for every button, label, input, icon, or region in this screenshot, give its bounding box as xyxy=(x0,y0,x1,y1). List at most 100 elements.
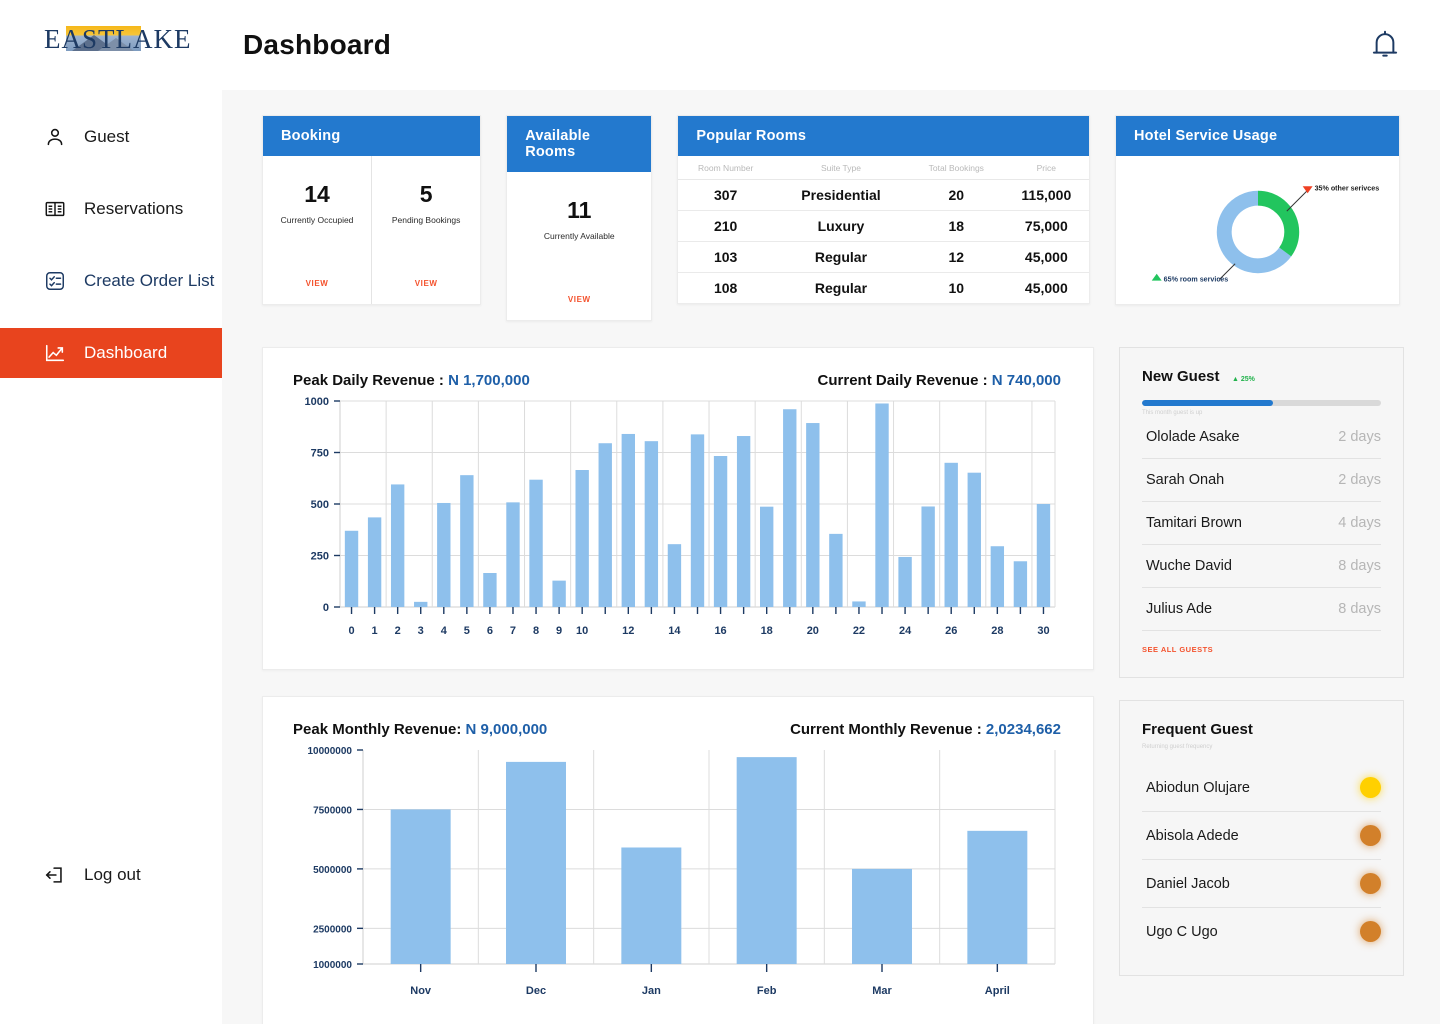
new-guest-badge-value: 25% xyxy=(1240,376,1255,383)
guest-name: Julius Ade xyxy=(1146,601,1213,617)
bar xyxy=(344,530,359,607)
view-link[interactable]: VIEW xyxy=(306,279,329,288)
bar xyxy=(667,544,682,607)
bar xyxy=(552,580,566,607)
brand-logo[interactable]: EASTLAKE xyxy=(0,0,222,90)
column-header: Room Number xyxy=(678,156,773,180)
list-item[interactable]: Ololade Asake 2 days xyxy=(1142,416,1381,459)
sidebar-item-guest[interactable]: Guest xyxy=(0,112,222,162)
bar xyxy=(921,506,935,607)
table-row[interactable]: 307 Presidential 20 115,000 xyxy=(678,179,1090,211)
frequency-dot xyxy=(1360,873,1381,894)
daily-revenue-header: Peak Daily Revenue : N 1,700,000 Current… xyxy=(285,372,1071,389)
cell-suite-type: Regular xyxy=(814,280,868,296)
bar xyxy=(783,409,797,607)
triangle-up-icon: ▲ xyxy=(1231,376,1239,383)
cell-room-number: 307 xyxy=(678,179,773,211)
bar xyxy=(967,472,981,607)
list-item[interactable]: Wuche David 8 days xyxy=(1142,545,1381,588)
guest-days: 2 days xyxy=(1338,472,1381,488)
stat-value: 11 xyxy=(567,197,592,223)
donut-chart-svg: 35% other serivces 65% room services xyxy=(1151,184,1379,284)
svg-text:Nov: Nov xyxy=(410,985,432,997)
bar xyxy=(621,847,682,964)
svg-text:1000000: 1000000 xyxy=(313,960,352,971)
cell-price: 45,000 xyxy=(1003,241,1090,273)
cell-price: 45,000 xyxy=(1024,280,1068,296)
svg-text:2500000: 2500000 xyxy=(313,924,352,935)
bar xyxy=(390,484,405,607)
table-row[interactable]: 210 Luxury 18 75,000 xyxy=(678,210,1090,242)
frequent-guest-title: Frequent Guest xyxy=(1142,721,1253,738)
svg-text:24: 24 xyxy=(899,625,912,637)
svg-text:0: 0 xyxy=(323,602,329,614)
sidebar-item-create-order-list[interactable]: Create Order List xyxy=(0,256,222,306)
bar xyxy=(644,441,659,607)
guest-name: Sarah Onah xyxy=(1146,472,1225,488)
svg-text:Feb: Feb xyxy=(757,985,777,997)
dashboard-app: EASTLAKE Guest Reservations Create Order… xyxy=(0,0,1440,1024)
svg-text:April: April xyxy=(985,985,1010,997)
table-header-row: Room Number Suite Type Total Bookings Pr… xyxy=(678,156,1090,180)
lower-row: Peak Daily Revenue : N 1,700,000 Current… xyxy=(262,321,1404,1024)
frequency-dot xyxy=(1360,921,1381,942)
popular-rooms-title: Popular Rooms xyxy=(678,116,1090,156)
sidebar-item-label: Create Order List xyxy=(84,271,215,290)
charts-column: Peak Daily Revenue : N 1,700,000 Current… xyxy=(262,321,1094,1024)
list-item[interactable]: Daniel Jacob xyxy=(1142,860,1381,908)
guest-name: Abisola Adede xyxy=(1146,827,1239,844)
svg-text:18: 18 xyxy=(761,625,773,637)
list-item[interactable]: Sarah Onah 2 days xyxy=(1142,459,1381,502)
list-item[interactable]: Abisola Adede xyxy=(1142,812,1381,860)
main-area: Dashboard Booking 14 Currently Occupied … xyxy=(222,0,1440,1024)
service-label-room: 65% room services xyxy=(1164,276,1229,284)
view-link[interactable]: VIEW xyxy=(568,295,591,304)
view-link[interactable]: VIEW xyxy=(415,279,438,288)
guest-days: 8 days xyxy=(1338,601,1381,617)
new-guest-progress-bar xyxy=(1142,400,1381,406)
popular-rooms-body: 307 Presidential 20 115,000 210 Luxury 1… xyxy=(678,179,1090,304)
logout-button[interactable]: Log out xyxy=(0,864,141,886)
content-area: Booking 14 Currently Occupied VIEW 5 Pen… xyxy=(222,90,1440,1024)
table-row[interactable]: 108 Regular 10 45,000 xyxy=(678,273,1089,304)
bar xyxy=(529,479,543,607)
sidebar-item-dashboard[interactable]: Dashboard xyxy=(0,328,222,378)
guest-name: Tamitari Brown xyxy=(1146,515,1242,531)
see-all-guests-link[interactable]: SEE ALL GUESTS xyxy=(1142,645,1213,654)
svg-text:Mar: Mar xyxy=(872,985,892,997)
bar xyxy=(506,502,520,607)
guest-days: 8 days xyxy=(1338,558,1381,574)
svg-text:22: 22 xyxy=(853,625,865,637)
peak-daily-revenue: Peak Daily Revenue : N 1,700,000 xyxy=(293,372,530,389)
peak-monthly-revenue: Peak Monthly Revenue: N 9,000,000 xyxy=(293,721,548,738)
logout-label: Log out xyxy=(84,865,141,884)
guest-name: Ololade Asake xyxy=(1146,429,1240,445)
notification-bell-button[interactable] xyxy=(1370,29,1400,61)
monthly-revenue-header: Peak Monthly Revenue: N 9,000,000 Curren… xyxy=(285,721,1071,738)
table-row[interactable]: 103 Regular 12 45,000 xyxy=(678,241,1090,273)
list-item[interactable]: Julius Ade 8 days xyxy=(1142,588,1381,631)
list-item[interactable]: Tamitari Brown 4 days xyxy=(1142,502,1381,545)
popular-rooms-table: Room Number Suite Type Total Bookings Pr… xyxy=(678,156,1090,304)
column-header: Suite Type xyxy=(773,156,909,180)
brand-name: EASTLAKE xyxy=(44,24,192,54)
list-item[interactable]: Abiodun Olujare xyxy=(1142,764,1381,812)
column-header: Total Bookings xyxy=(908,156,1004,180)
chart-line-icon xyxy=(44,342,66,364)
sidebar-item-label: Reservations xyxy=(84,199,184,218)
checklist-icon xyxy=(44,270,66,292)
bar xyxy=(598,443,612,607)
bar xyxy=(944,462,958,607)
list-item[interactable]: Ugo C Ugo xyxy=(1142,908,1381,955)
sidebar-item-reservations[interactable]: Reservations xyxy=(0,184,222,234)
svg-text:750: 750 xyxy=(311,448,329,460)
sidebar-item-label: Guest xyxy=(84,127,130,146)
guest-name: Abiodun Olujare xyxy=(1146,779,1250,796)
svg-text:5: 5 xyxy=(464,625,470,637)
bar xyxy=(736,436,751,607)
peak-daily-revenue-value: N 1,700,000 xyxy=(448,372,530,389)
svg-text:7: 7 xyxy=(510,625,516,637)
current-monthly-revenue-value: 2,0234,662 xyxy=(985,721,1061,738)
svg-text:Jan: Jan xyxy=(642,985,661,997)
hotel-service-usage-card: Hotel Service Usage 35% other serivces 6… xyxy=(1115,115,1401,305)
